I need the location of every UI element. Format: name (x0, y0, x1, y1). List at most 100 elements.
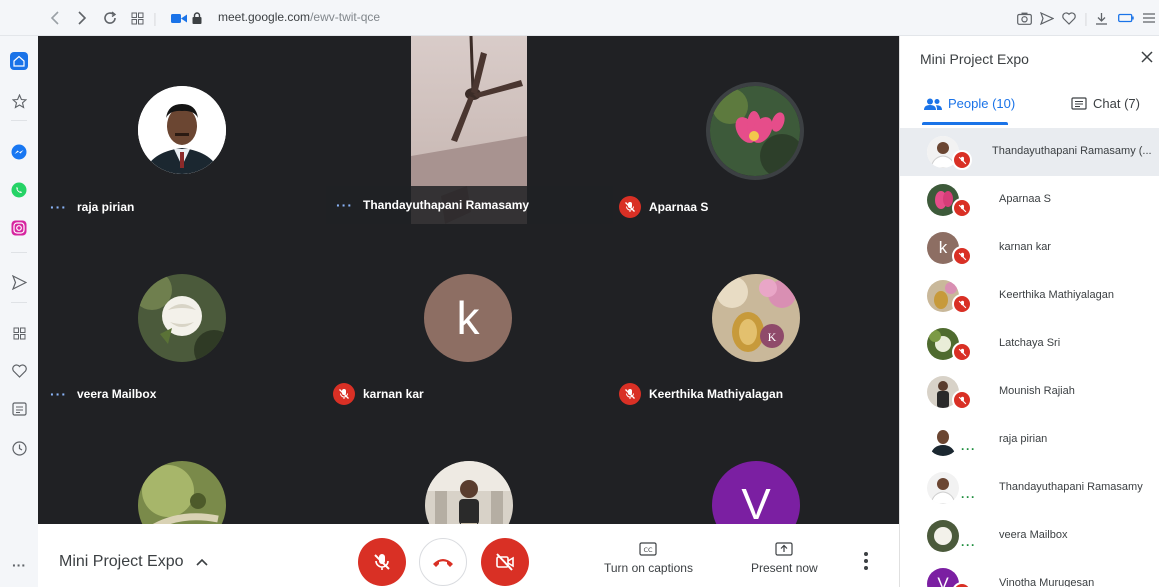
participant-name-tag: ··· veera Mailbox (50, 386, 156, 402)
mic-off-icon (619, 196, 641, 218)
instagram-icon[interactable] (10, 219, 28, 237)
list-item[interactable]: V Vinotha Murugesan (900, 560, 1159, 587)
participant-avatar (138, 86, 226, 174)
tab-people[interactable]: People (10) (924, 96, 1015, 111)
mic-off-icon (952, 342, 972, 362)
participant-name: veera Mailbox (77, 387, 157, 401)
sidebar-more-icon[interactable]: ··· (10, 556, 28, 574)
mic-toggle-button[interactable] (358, 538, 406, 586)
list-item[interactable]: Thandayuthapani Ramasamy (... (900, 128, 1159, 176)
speaking-indicator-icon: ··· (961, 490, 976, 504)
participant-name-tag: Keerthika Mathiyalagan (619, 383, 783, 405)
participant-name: Vinotha Murugesan (999, 577, 1095, 587)
menu-icon[interactable] (1142, 8, 1156, 28)
tab-people-label: People (10) (948, 96, 1016, 111)
speed-dial-icon[interactable] (128, 8, 146, 28)
send-icon[interactable] (1038, 8, 1056, 28)
url-path: /ewv-twit-qce (310, 10, 381, 24)
snapshot-icon[interactable] (1015, 8, 1033, 28)
mic-off-icon (619, 383, 641, 405)
svg-text:K: K (768, 330, 777, 344)
participant-avatar: K (712, 274, 800, 362)
more-options-icon[interactable] (864, 552, 868, 570)
browser-toolbar: | meet.google.com/ewv-twit-qce | (0, 0, 1159, 36)
home-icon[interactable] (10, 52, 28, 70)
list-item[interactable]: ··· veera Mailbox (900, 512, 1159, 560)
list-item[interactable]: Keerthika Mathiyalagan (900, 272, 1159, 320)
battery-icon[interactable] (1117, 8, 1135, 28)
list-item[interactable]: ··· raja pirian (900, 416, 1159, 464)
camera-toggle-button[interactable] (481, 538, 529, 586)
meeting-side-panel: Mini Project Expo People (10) Chat (7) T… (899, 36, 1159, 587)
speaking-indicator-icon: ··· (50, 386, 67, 402)
meeting-controls-bar: Mini Project Expo CC Turn on captions Pr… (38, 524, 899, 587)
participant-name: Aparnaa S (999, 193, 1051, 205)
participant-avatar (138, 461, 226, 524)
present-screen-icon (775, 542, 793, 556)
meeting-title: Mini Project Expo (59, 553, 184, 570)
people-icon (924, 98, 942, 110)
list-item[interactable]: k karnan kar (900, 224, 1159, 272)
chat-icon (1071, 96, 1087, 111)
participant-avatar (706, 82, 804, 180)
speaking-indicator-icon: ··· (961, 538, 976, 552)
sidebar-divider-3 (11, 302, 27, 303)
list-item[interactable]: ··· Thandayuthapani Ramasamy (900, 464, 1159, 512)
participant-name: Thandayuthapani Ramasamy (363, 198, 530, 212)
sidebar-divider (11, 120, 27, 121)
back-icon[interactable] (46, 8, 64, 28)
participant-avatar (927, 424, 959, 456)
tab-chat[interactable]: Chat (7) (1071, 96, 1140, 111)
list-item[interactable]: Latchaya Sri (900, 320, 1159, 368)
address-bar[interactable]: meet.google.com/ewv-twit-qce (218, 10, 380, 24)
bookmark-star-icon[interactable] (10, 92, 28, 110)
close-icon[interactable] (1140, 50, 1154, 69)
mic-off-icon (952, 246, 972, 266)
heart-icon[interactable] (1060, 8, 1078, 28)
url-host: meet.google.com (218, 10, 311, 24)
participant-name-tag: ··· Thandayuthapani Ramasamy (326, 186, 613, 224)
flow-send-icon[interactable] (10, 273, 28, 291)
participant-name: Keerthika Mathiyalagan (999, 289, 1114, 301)
mic-off-icon (952, 198, 972, 218)
download-icon[interactable] (1092, 8, 1110, 28)
captions-button[interactable]: CC Turn on captions (604, 542, 693, 575)
meeting-details-button[interactable]: Mini Project Expo (59, 553, 208, 571)
present-now-label: Present now (751, 561, 818, 575)
mic-off-icon (952, 150, 972, 170)
present-now-button[interactable]: Present now (751, 542, 818, 575)
participant-name: Thandayuthapani Ramasamy (999, 481, 1143, 493)
whatsapp-icon[interactable] (10, 181, 28, 199)
speaking-indicator-icon: ··· (50, 199, 67, 215)
history-clock-icon[interactable] (10, 439, 28, 457)
heart-sidebar-icon[interactable] (10, 362, 28, 380)
reload-icon[interactable] (100, 8, 120, 28)
news-icon[interactable] (10, 400, 28, 418)
participant-name-tag: ··· raja pirian (50, 199, 134, 215)
speaking-indicator-icon: ··· (961, 442, 976, 456)
captions-label: Turn on captions (604, 561, 693, 575)
participant-name: karnan kar (363, 387, 424, 401)
list-item[interactable]: Aparnaa S (900, 176, 1159, 224)
closed-captions-icon: CC (639, 542, 658, 556)
participant-name: veera Mailbox (999, 529, 1068, 541)
lock-icon[interactable] (190, 8, 204, 28)
tab-chat-label: Chat (7) (1093, 96, 1140, 111)
participant-initial-avatar: k (424, 274, 512, 362)
forward-icon[interactable] (73, 8, 91, 28)
chevron-up-icon (195, 558, 208, 566)
mic-off-icon (952, 390, 972, 410)
hang-up-icon (432, 556, 454, 568)
toolbar-divider-right: | (1084, 10, 1088, 26)
speed-dial-sidebar-icon[interactable] (10, 324, 28, 342)
camera-indicator-icon[interactable] (170, 8, 188, 28)
camera-off-icon (495, 553, 515, 571)
leave-call-button[interactable] (419, 538, 467, 586)
messenger-icon[interactable] (10, 143, 28, 161)
speaking-indicator-icon: ··· (336, 197, 353, 213)
participant-name: Thandayuthapani Ramasamy (... (992, 145, 1152, 157)
mic-off-icon (372, 552, 392, 572)
list-item[interactable]: Mounish Rajiah (900, 368, 1159, 416)
browser-window: | meet.google.com/ewv-twit-qce | ··· ···… (0, 0, 1159, 587)
people-list: Thandayuthapani Ramasamy (... Aparnaa S … (900, 128, 1159, 587)
